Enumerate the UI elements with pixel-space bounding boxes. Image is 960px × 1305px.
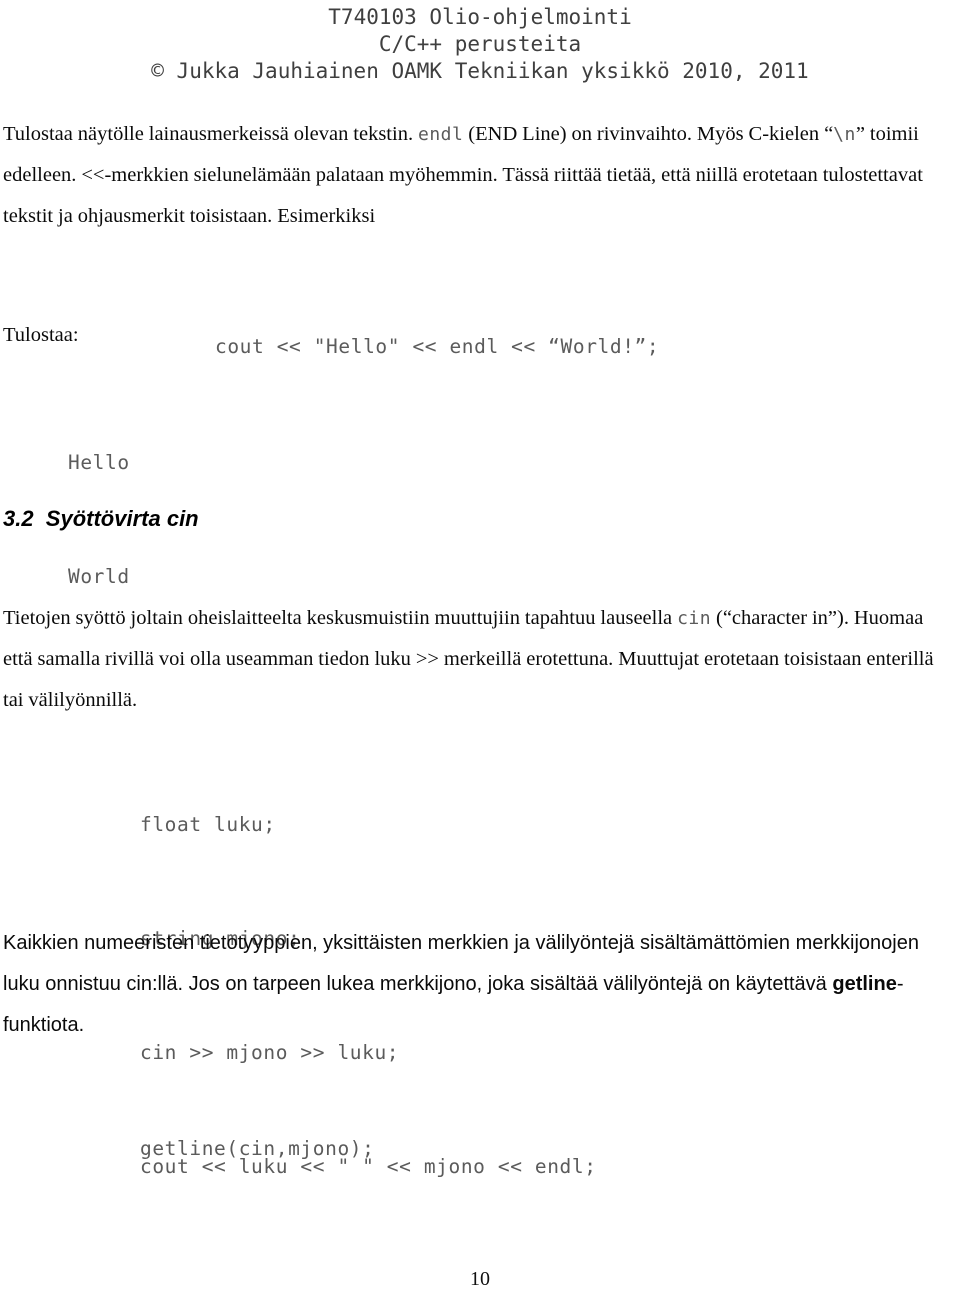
output-line: World xyxy=(68,565,130,588)
output-line: Hello xyxy=(68,451,130,474)
paragraph-1-text-part-1: Tulostaa näytölle lainausmerkeissä oleva… xyxy=(3,123,418,145)
inline-code-cin: cin xyxy=(677,608,712,629)
paragraph-3-text-part-1: Kaikkien numeeristen tietotyyppien, yksi… xyxy=(3,932,919,995)
section-heading-3-2: 3.2 Syöttövirta cin xyxy=(3,506,199,531)
header-course-code: T740103 Olio-ohjelmointi xyxy=(328,5,632,29)
code-line: cout << "Hello" << endl << “World!”; xyxy=(215,335,660,358)
code-line: float luku; xyxy=(140,813,276,836)
header-copyright: © Jukka Jauhiainen OAMK Tekniikan yksikk… xyxy=(151,59,809,83)
header-subtitle: C/C++ perusteita xyxy=(378,32,582,56)
bold-term-getline: getline xyxy=(832,973,897,995)
paragraph-cout-explanation: Tulostaa näytölle lainausmerkeissä oleva… xyxy=(3,114,957,237)
output-label-tulostaa: Tulostaa: xyxy=(3,324,79,346)
inline-code-endl: endl xyxy=(418,124,464,145)
document-page: T740103 Olio-ohjelmointi C/C++ perusteit… xyxy=(0,0,960,1305)
code-block-cout-hello-world: cout << "Hello" << endl << “World!”; xyxy=(215,252,659,442)
paragraph-cin-explanation: Tietojen syöttö joltain oheislaitteelta … xyxy=(3,598,957,721)
inline-code-newline-escape: \n xyxy=(833,124,856,145)
page-number: 10 xyxy=(470,1268,490,1290)
paragraph-getline-explanation: Kaikkien numeeristen tietotyyppien, yksi… xyxy=(3,923,957,1046)
document-header: T740103 Olio-ohjelmointi C/C++ perusteit… xyxy=(0,4,960,85)
code-line: getline(cin,mjono); xyxy=(140,1137,375,1160)
paragraph-2-text-part-1: Tietojen syöttö joltain oheislaitteelta … xyxy=(3,607,678,629)
code-block-getline: getline(cin,mjono); xyxy=(140,1054,374,1244)
paragraph-1-text-part-2: (END Line) on rivinvaihto. Myös C-kielen… xyxy=(463,123,834,145)
